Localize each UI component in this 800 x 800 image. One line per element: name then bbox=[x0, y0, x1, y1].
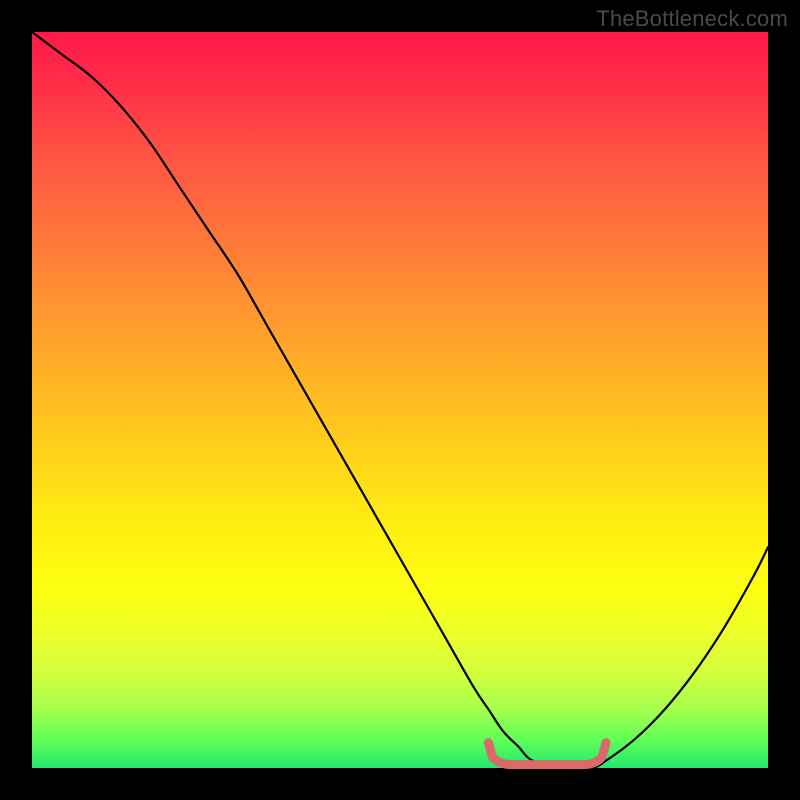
bottleneck-curve-line bbox=[32, 32, 768, 769]
chart-svg bbox=[32, 32, 768, 768]
minimum-band-marker bbox=[488, 743, 606, 765]
chart-plot-area bbox=[32, 32, 768, 768]
watermark-text: TheBottleneck.com bbox=[596, 6, 788, 32]
